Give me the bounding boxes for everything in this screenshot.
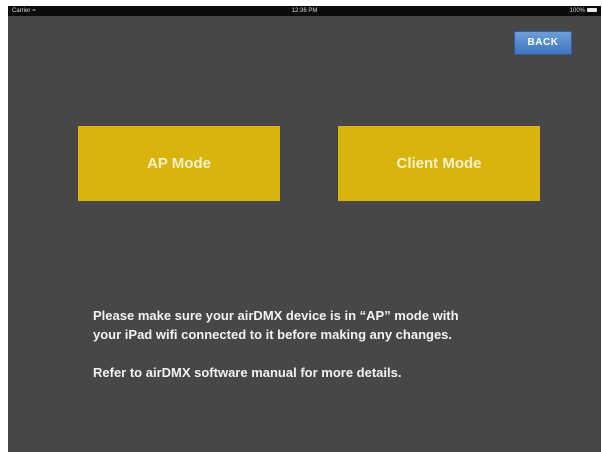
info-paragraph-1: Please make sure your airDMX device is i… <box>93 306 563 344</box>
status-time: 12:36 PM <box>291 8 318 14</box>
info-line-1: Please make sure your airDMX device is i… <box>93 308 459 323</box>
status-bar: Carrier ≈ 12:36 PM 100% <box>8 6 601 16</box>
info-line-2: your iPad wifi connected to it before ma… <box>93 327 453 342</box>
back-button[interactable]: BACK <box>514 31 572 55</box>
info-line-3: Refer to airDMX software manual for more… <box>93 365 402 380</box>
battery-label: 100% <box>569 8 585 14</box>
status-right: 100% <box>570 6 597 16</box>
battery-icon <box>587 8 597 13</box>
client-mode-button[interactable]: Client Mode <box>338 126 540 201</box>
info-text: Please make sure your airDMX device is i… <box>93 306 563 382</box>
app-screen: Carrier ≈ 12:36 PM 100% BACK AP Mode Clie… <box>8 6 601 452</box>
ap-mode-button[interactable]: AP Mode <box>78 126 280 201</box>
